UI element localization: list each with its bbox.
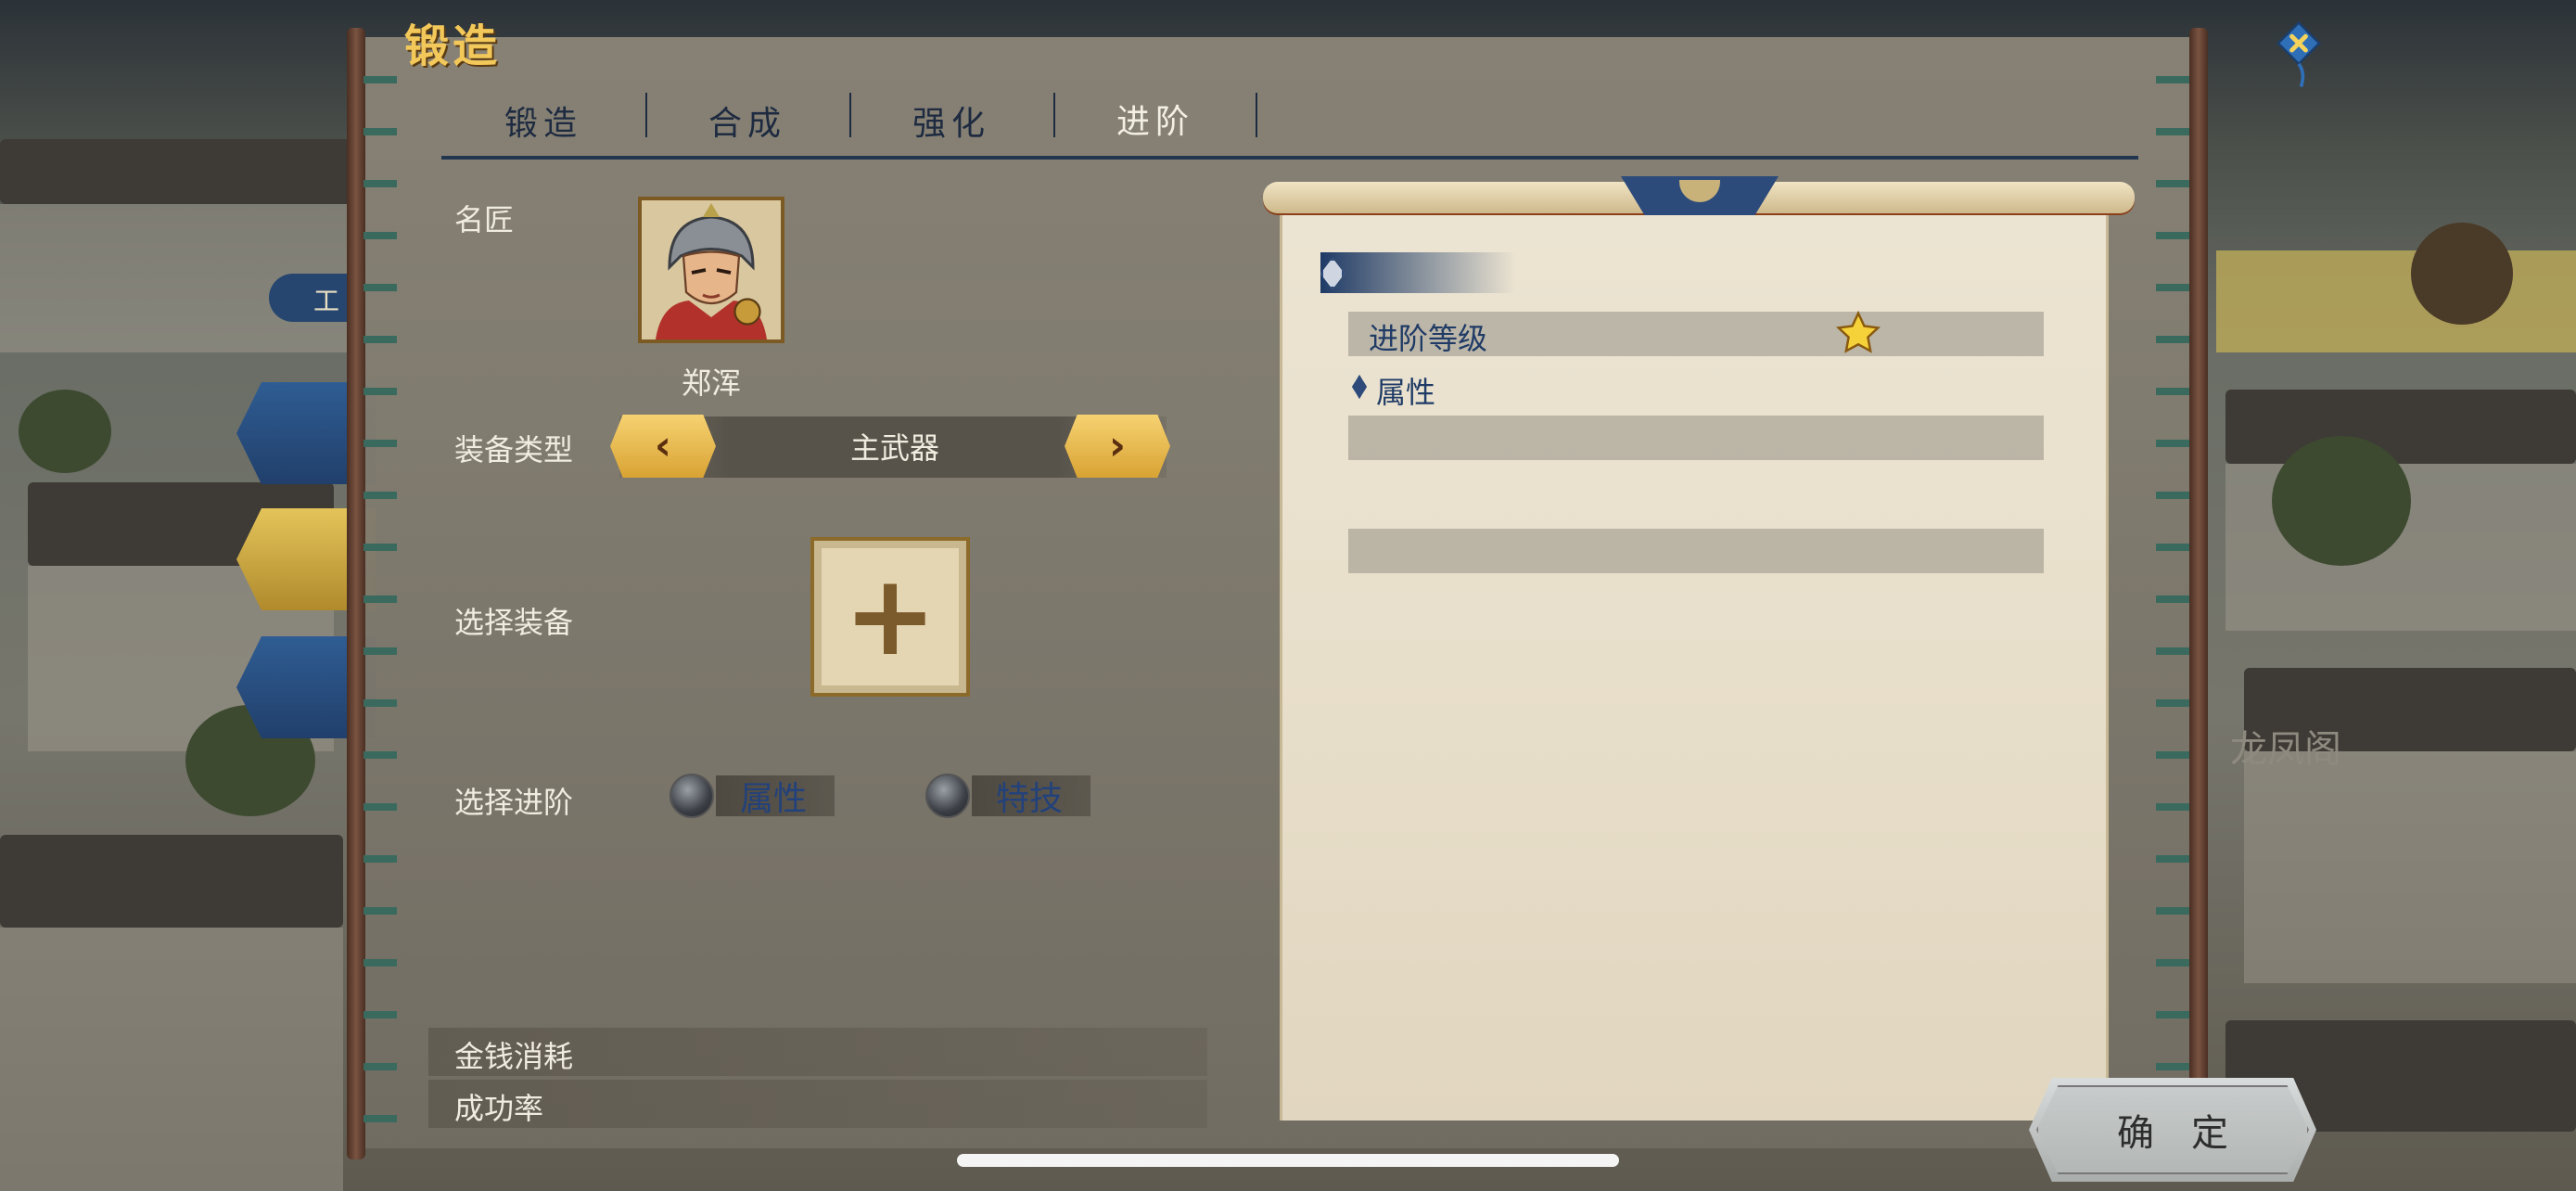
sidebar-tag[interactable]: 工 [269, 274, 352, 322]
equip-slot-button[interactable]: + [810, 537, 970, 697]
tab-underline [441, 156, 2138, 160]
select-advance-label: 选择进阶 [454, 785, 574, 820]
building-label: 龙凤阁 [2230, 728, 2341, 771]
advance-option-label: 特技 [972, 775, 1091, 818]
panel-rail-right [2189, 28, 2208, 1159]
chain-decoration [2156, 56, 2189, 1132]
tab-forge[interactable]: 锻造 [441, 82, 645, 160]
star-icon [1835, 310, 1881, 353]
attribute-row [1348, 529, 2044, 573]
tab-advance[interactable]: 进阶 [1053, 82, 1257, 160]
equip-type-prev-button[interactable]: ‹ [610, 415, 716, 478]
attributes-label: 属性 [1376, 375, 1436, 410]
chevron-right-icon: › [1108, 422, 1127, 469]
craftsman-portrait[interactable] [638, 197, 784, 343]
craftsman-name: 郑浑 [681, 365, 741, 401]
success-rate-row: 成功率 [428, 1080, 1207, 1128]
panel-title: 锻造 [404, 20, 502, 72]
confirm-label: 确定 [2117, 1112, 2265, 1155]
equip-type-next-button[interactable]: › [1065, 415, 1170, 478]
scroll-ornament [1621, 176, 1779, 215]
attribute-row [1348, 416, 2044, 460]
equip-type-value: 主武器 [849, 430, 939, 466]
tab-bar: 锻造 合成 强化 进阶 [441, 82, 1257, 160]
money-cost-row: 金钱消耗 [428, 1028, 1207, 1076]
craftsman-label: 名匠 [454, 202, 515, 237]
radio-icon[interactable] [925, 774, 970, 818]
advance-option-attribute[interactable]: 属性 [670, 774, 835, 818]
success-rate-label: 成功率 [454, 1091, 544, 1126]
radio-icon[interactable] [670, 774, 714, 818]
money-cost-label: 金钱消耗 [454, 1039, 574, 1074]
tab-enhance[interactable]: 强化 [849, 82, 1053, 160]
panel-rail-left [347, 28, 365, 1159]
tab-combine[interactable]: 合成 [645, 82, 849, 160]
confirm-button[interactable]: 确定 [2029, 1078, 2316, 1182]
plus-icon: + [843, 552, 937, 681]
advance-option-label: 属性 [716, 775, 835, 818]
advance-option-skill[interactable]: 特技 [925, 774, 1091, 818]
close-kite-icon[interactable] [2264, 20, 2333, 89]
warrior-portrait-icon [642, 200, 781, 339]
select-equip-label: 选择装备 [454, 605, 574, 640]
equip-type-label: 装备类型 [454, 432, 574, 467]
home-indicator[interactable] [957, 1154, 1619, 1167]
advance-level-label: 进阶等级 [1369, 321, 1488, 356]
chain-decoration [363, 56, 397, 1132]
chevron-left-icon: ‹ [654, 422, 672, 469]
detail-header-bar [1320, 252, 1515, 293]
